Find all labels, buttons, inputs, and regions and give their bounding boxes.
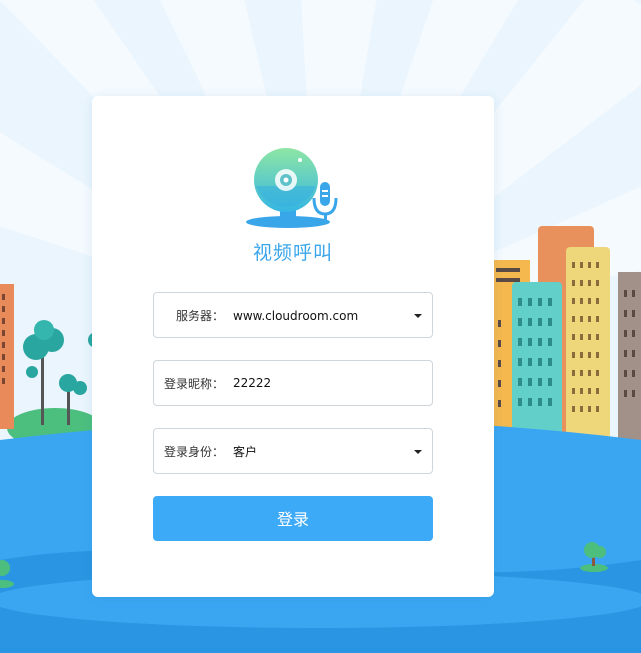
- chevron-down-icon[interactable]: [414, 450, 422, 454]
- login-button[interactable]: 登录: [153, 496, 433, 541]
- nickname-field: 登录昵称：: [153, 360, 433, 406]
- server-label: 服务器：: [176, 309, 225, 323]
- nickname-label: 登录昵称：: [164, 377, 225, 391]
- role-value: 客户: [233, 445, 258, 459]
- server-select[interactable]: 服务器： www.cloudroom.com: [153, 292, 433, 338]
- role-label: 登录身份：: [164, 445, 225, 459]
- webcam-microphone-icon: [246, 148, 338, 228]
- server-value: www.cloudroom.com: [233, 309, 359, 323]
- role-select[interactable]: 登录身份： 客户: [153, 428, 433, 474]
- nickname-input[interactable]: [233, 361, 413, 405]
- app-title: 视频呼叫: [252, 242, 333, 264]
- chevron-down-icon[interactable]: [414, 314, 422, 318]
- login-card: 视频呼叫 服务器： www.cloudroom.com 登录昵称： 登录身份： …: [92, 96, 494, 597]
